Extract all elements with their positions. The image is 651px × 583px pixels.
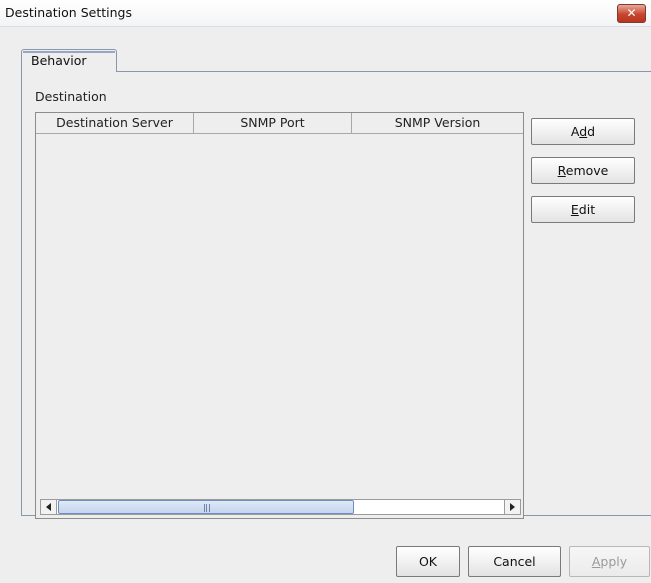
scroll-left-button[interactable] xyxy=(41,500,57,514)
column-header-snmp-version[interactable]: SNMP Version xyxy=(352,113,523,133)
horizontal-scrollbar[interactable] xyxy=(40,499,521,515)
ok-button[interactable]: OK xyxy=(396,546,460,577)
scroll-right-button[interactable] xyxy=(504,500,520,514)
destination-settings-dialog: Destination Settings ✕ Behavior Destinat… xyxy=(0,0,651,583)
remove-button[interactable]: Remove xyxy=(531,157,635,184)
scrollbar-thumb[interactable] xyxy=(58,500,354,514)
edit-mnemonic: E xyxy=(570,202,579,217)
tab-label: Behavior xyxy=(31,53,87,68)
destination-group-label: Destination xyxy=(35,89,107,104)
close-icon: ✕ xyxy=(626,6,637,20)
arrow-right-icon xyxy=(510,503,515,511)
remove-mnemonic: R xyxy=(557,163,566,178)
apply-button[interactable]: Apply xyxy=(569,546,650,577)
tab-behavior[interactable]: Behavior xyxy=(21,49,117,72)
edit-label-post: dit xyxy=(578,202,596,217)
column-header-snmp-port[interactable]: SNMP Port xyxy=(194,113,352,133)
arrow-left-icon xyxy=(46,503,51,511)
edit-button[interactable]: Edit xyxy=(531,196,635,223)
grip-icon xyxy=(204,504,210,512)
window-title: Destination Settings xyxy=(5,5,132,20)
title-bar[interactable]: Destination Settings ✕ xyxy=(0,0,651,27)
table-header: Destination Server SNMP Port SNMP Versio… xyxy=(36,113,523,134)
add-mnemonic: d xyxy=(579,124,588,139)
column-header-destination-server[interactable]: Destination Server xyxy=(36,113,194,133)
add-button[interactable]: Add xyxy=(531,118,635,145)
apply-label-post: pply xyxy=(600,554,628,569)
cancel-button[interactable]: Cancel xyxy=(468,546,561,577)
add-label-pre: A xyxy=(570,124,580,139)
close-button[interactable]: ✕ xyxy=(617,4,646,23)
destination-table[interactable]: Destination Server SNMP Port SNMP Versio… xyxy=(35,112,524,519)
remove-label-post: emove xyxy=(565,163,609,178)
add-label-post: d xyxy=(587,124,596,139)
